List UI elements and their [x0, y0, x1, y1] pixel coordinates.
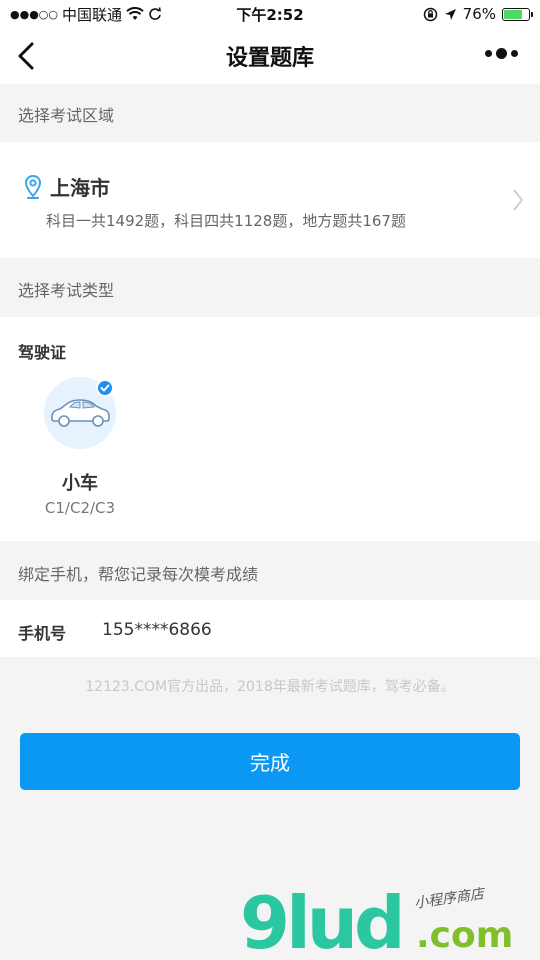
status-time: 下午2:52 [236, 5, 304, 24]
question-count-description: 科目一共1492题，科目四共1128题，地方题共167题 [46, 212, 406, 230]
status-right: 76% [330, 5, 533, 23]
carrier-name: 中国联通 [62, 5, 123, 24]
status-left: ●●●○○ 中国联通 [10, 4, 210, 25]
city-name: 上海市 [50, 176, 110, 200]
license-label: 驾驶证 [18, 343, 67, 362]
chevron-right-icon [513, 189, 524, 211]
vehicle-name: 小车 [62, 473, 98, 494]
phone-section-label: 绑定手机，帮您记录每次模考成绩 [18, 565, 259, 584]
exam-type-panel: 驾驶证 小车 C1/C2/C3 [0, 317, 540, 541]
sync-icon [149, 7, 161, 20]
exam-type-section-label: 选择考试类型 [18, 281, 115, 300]
city-row: 上海市 [24, 172, 110, 201]
status-bar: ●●●○○ 中国联通 下午2:52 76% [0, 0, 540, 28]
watermark-domain: .com [416, 915, 514, 956]
battery-percent: 76% [462, 5, 496, 23]
location-pin-icon [24, 174, 42, 199]
more-menu-icon[interactable] [485, 48, 518, 59]
orientation-lock-icon [423, 7, 437, 21]
region-selector[interactable]: 上海市 科目一共1492题，科目四共1128题，地方题共167题 [0, 142, 540, 258]
watermark-logo: 9lud .com 小程序商店 [240, 886, 530, 960]
nav-bar: 设置题库 [0, 28, 540, 84]
phone-row[interactable]: 手机号 155****6866 [0, 600, 540, 657]
back-arrow-icon[interactable] [14, 40, 44, 72]
signal-strength-icon: ●●●○○ [10, 7, 58, 21]
watermark-logo-text: 9lud [240, 881, 406, 960]
watermark-tagline: 小程序商店 [413, 886, 485, 912]
location-arrow-icon [444, 8, 456, 20]
page-title: 设置题库 [225, 46, 314, 71]
vehicle-license-codes: C1/C2/C3 [44, 499, 116, 517]
phone-number: 155****6866 [102, 620, 212, 640]
region-section-label: 选择考试区域 [18, 106, 115, 125]
footer-note: 12123.COM官方出品，2018年最新考试题库，驾考必备。 [85, 679, 455, 695]
done-button[interactable]: 完成 [20, 733, 520, 790]
phone-label: 手机号 [18, 624, 67, 643]
more-dot [496, 48, 507, 59]
battery-fill [504, 9, 523, 19]
more-dot [485, 50, 492, 57]
selected-check-icon [96, 379, 114, 397]
wifi-icon [126, 7, 144, 20]
more-dot [511, 50, 518, 57]
battery-icon [502, 7, 533, 21]
